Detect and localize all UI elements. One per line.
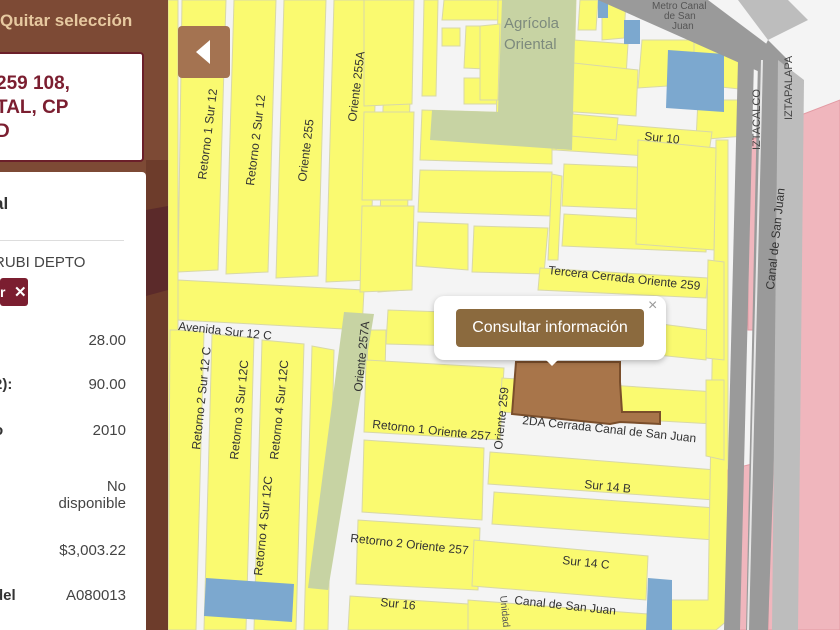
row-value-4-line2: disponible [58,495,126,512]
chevron-left-icon [196,40,210,64]
filter-chip[interactable]: r ✕ [0,278,28,306]
address-line-2: TAL, CP [0,97,69,118]
consult-info-button[interactable]: Consultar información [456,309,644,347]
row-value-5: $3,003.22 [59,542,126,559]
area-label-oriental: Oriental [504,36,557,53]
address-line-3: D [0,121,10,142]
card-subtitle: RUBI DEPTO [0,254,86,271]
street-label-iztacalco: IZTACALCO [751,89,763,150]
side-panel: Quitar selección 259 108, TAL, CP D al R… [0,0,168,630]
row-value-2: 90.00 [88,376,126,393]
close-icon[interactable]: × [648,297,657,315]
address-text: 259 108, TAL, CP D [0,72,138,144]
row-label-6: del [0,587,16,604]
row-value-3: 2010 [92,422,126,439]
row-label-2: 2): [0,376,13,393]
card-divider [0,240,124,241]
area-label-agricola: Agrícola [504,15,560,32]
address-box: 259 108, TAL, CP D [0,52,144,162]
street-label-iztapalapa: IZTAPALAPA [783,55,795,120]
address-line-1: 259 108, [0,73,70,94]
popup-pointer [540,354,564,366]
collapse-panel-button[interactable] [178,26,230,78]
info-card: al RUBI DEPTO r ✕ 28.00 2): 90.00 o 2010… [0,172,146,630]
row-value-6: A080013 [65,587,126,604]
close-icon[interactable]: ✕ [14,283,27,301]
row-value-1: 28.00 [88,332,126,349]
clear-selection-link[interactable]: Quitar selección [0,11,132,31]
row-value-4: No disponible [58,478,126,512]
area-label-metro-3: Juan [672,21,694,32]
card-heading: al [0,194,9,213]
chip-label: r [0,284,6,300]
row-label-3: o [0,422,3,439]
row-value-4-line1: No [106,478,126,495]
